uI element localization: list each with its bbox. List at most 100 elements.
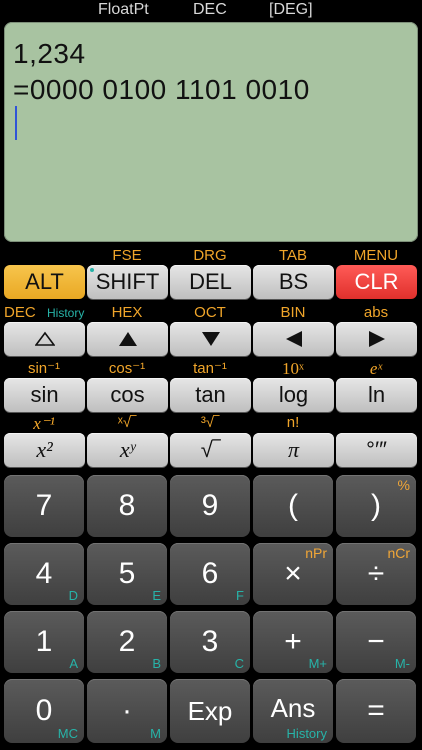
- cos-key[interactable]: cos: [87, 378, 168, 412]
- key-4-label: 4: [35, 557, 53, 590]
- close-paren-label: ): [371, 489, 381, 522]
- memory-plus-label: M+: [308, 656, 327, 671]
- label-oct: OCT: [194, 304, 226, 321]
- power-key[interactable]: xʸ: [87, 433, 168, 467]
- history-label: History: [286, 726, 327, 741]
- key-4[interactable]: 4 D: [4, 543, 84, 605]
- exp-key[interactable]: Exp: [170, 679, 250, 743]
- key-2[interactable]: 2 B: [87, 611, 167, 673]
- hex-d-label: D: [68, 588, 78, 603]
- decimal-point-key[interactable]: · M: [87, 679, 167, 743]
- calculator-display[interactable]: 1,234 =0000 0100 1101 0010: [4, 22, 418, 242]
- key-3-label: 3: [201, 625, 219, 658]
- memory-label: M: [150, 726, 161, 741]
- memory-minus-label: M-: [394, 656, 410, 671]
- multiply-label: ×: [284, 557, 302, 590]
- key-9[interactable]: 9: [170, 475, 250, 537]
- log-key[interactable]: log: [253, 378, 334, 412]
- label-xth-root: ˣ√‾: [117, 414, 137, 431]
- angle-indicator: [DEG]: [269, 1, 313, 18]
- key-0[interactable]: 0 MC: [4, 679, 84, 743]
- label-fse: FSE: [112, 247, 142, 264]
- label-bin: BIN: [280, 304, 306, 321]
- hollow-up-triangle-icon: [34, 331, 55, 346]
- key-3[interactable]: 3 C: [170, 611, 250, 673]
- hex-f-label: F: [236, 588, 244, 603]
- label-arcsin: sin⁻¹: [27, 360, 61, 377]
- shift-key[interactable]: SHIFT: [87, 265, 168, 299]
- equals-key[interactable]: =: [336, 679, 416, 743]
- label-hex: HEX: [111, 304, 143, 321]
- ans-key[interactable]: Ans History: [253, 679, 333, 743]
- tan-key[interactable]: tan: [170, 378, 251, 412]
- hex-c-label: C: [234, 656, 244, 671]
- pi-key[interactable]: π: [253, 433, 334, 467]
- label-arccos: cos⁻¹: [108, 360, 146, 377]
- label-history: History: [47, 306, 85, 320]
- multiply-key[interactable]: × nPr: [253, 543, 333, 605]
- npr-label: nPr: [305, 545, 327, 561]
- hex-e-label: E: [152, 588, 161, 603]
- plus-key[interactable]: + M+: [253, 611, 333, 673]
- clear-key[interactable]: CLR: [336, 265, 417, 299]
- key-5-label: 5: [118, 557, 136, 590]
- backspace-key[interactable]: BS: [253, 265, 334, 299]
- delete-key[interactable]: DEL: [170, 265, 251, 299]
- plus-label: +: [284, 625, 302, 658]
- shift-key-label: SHIFT: [95, 269, 160, 294]
- input-line: 1,234: [13, 38, 86, 69]
- label-reciprocal: x⁻¹: [33, 414, 55, 433]
- status-bar: FloatPt DEC [DEG]: [0, 0, 422, 20]
- history-up-key[interactable]: [4, 322, 85, 356]
- up-triangle-icon: [118, 332, 137, 346]
- float-mode-indicator: FloatPt: [98, 1, 149, 18]
- alt-key[interactable]: ALT: [4, 265, 85, 299]
- key-2-label: 2: [118, 625, 136, 658]
- right-triangle-icon: [368, 331, 385, 347]
- minus-label: −: [367, 625, 385, 658]
- decimal-point-label: ·: [122, 694, 132, 727]
- left-arrow-key[interactable]: [253, 322, 334, 356]
- label-factorial: n!: [286, 414, 300, 431]
- square-key[interactable]: x²: [4, 433, 85, 467]
- label-menu: MENU: [353, 247, 399, 264]
- key-5[interactable]: 5 E: [87, 543, 167, 605]
- right-arrow-key[interactable]: [336, 322, 417, 356]
- open-paren-key[interactable]: (: [253, 475, 333, 537]
- key-7[interactable]: 7: [4, 475, 84, 537]
- key-8[interactable]: 8: [87, 475, 167, 537]
- text-cursor: [15, 106, 17, 140]
- divide-key[interactable]: ÷ nCr: [336, 543, 416, 605]
- key-1-label: 1: [35, 625, 53, 658]
- label-ten-power: 10ˣ: [282, 359, 304, 378]
- key-6[interactable]: 6 F: [170, 543, 250, 605]
- key-6-label: 6: [201, 557, 219, 590]
- sin-key[interactable]: sin: [4, 378, 85, 412]
- shift-indicator-dot: [90, 268, 94, 272]
- degrees-minutes-seconds-key[interactable]: °′″: [336, 433, 417, 467]
- up-arrow-key[interactable]: [87, 322, 168, 356]
- left-triangle-icon: [285, 331, 302, 347]
- label-cube-root: ³√‾: [200, 414, 220, 431]
- key-1[interactable]: 1 A: [4, 611, 84, 673]
- key-0-label: 0: [35, 694, 53, 727]
- down-arrow-key[interactable]: [170, 322, 251, 356]
- label-drg: DRG: [193, 247, 227, 264]
- ans-label: Ans: [270, 692, 316, 723]
- minus-key[interactable]: − M-: [336, 611, 416, 673]
- square-root-key[interactable]: √‾: [170, 433, 251, 467]
- label-arctan: tan⁻¹: [193, 360, 227, 377]
- close-paren-key[interactable]: ) %: [336, 475, 416, 537]
- exp-label: Exp: [187, 695, 233, 726]
- result-line: =0000 0100 1101 0010: [13, 74, 310, 105]
- hex-a-label: A: [69, 656, 78, 671]
- label-abs: abs: [363, 304, 389, 321]
- label-tab: TAB: [278, 247, 308, 264]
- ln-key[interactable]: ln: [336, 378, 417, 412]
- label-dec: DEC: [4, 304, 36, 321]
- hex-b-label: B: [152, 656, 161, 671]
- base-indicator: DEC: [193, 1, 227, 18]
- label-e-power: eˣ: [369, 359, 383, 378]
- memory-clear-label: MC: [57, 726, 78, 741]
- down-triangle-icon: [201, 332, 220, 346]
